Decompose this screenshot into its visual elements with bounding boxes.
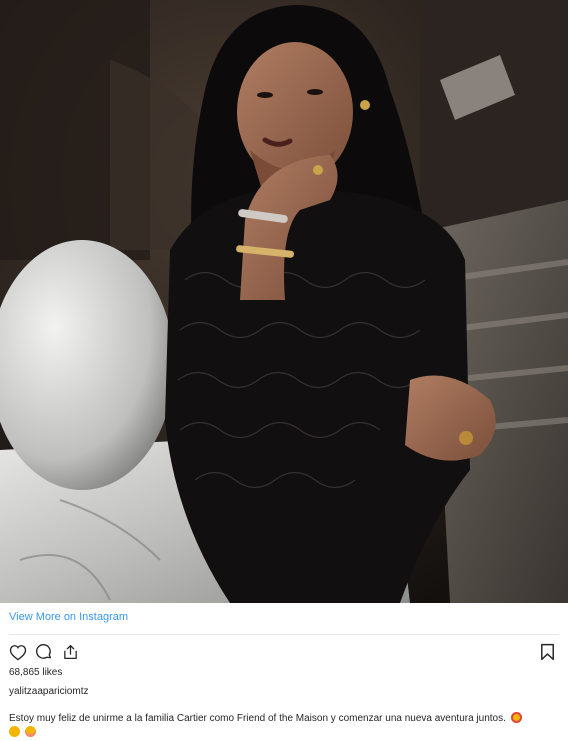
post-photo-illustration (0, 0, 568, 603)
star-struck-emoji (9, 726, 20, 737)
post-username[interactable]: yalitzaapariciomtz (9, 686, 88, 697)
blushing-emoji (24, 726, 36, 737)
heart-icon (9, 644, 27, 660)
heart-eyes-emoji (510, 712, 522, 723)
likes-count[interactable]: 68,865 likes (9, 667, 62, 678)
post-image[interactable] (0, 0, 568, 603)
post-actions (8, 642, 80, 662)
caption-text: Estoy muy feliz de unirme a la familia C… (9, 713, 506, 724)
share-button[interactable] (60, 642, 80, 662)
post-caption: Estoy muy feliz de unirme a la familia C… (9, 712, 568, 740)
share-icon (63, 644, 77, 660)
divider (9, 634, 559, 635)
view-more-on-instagram-link[interactable]: View More on Instagram (9, 611, 128, 623)
bookmark-icon (540, 643, 554, 661)
like-button[interactable] (8, 642, 28, 662)
comment-icon (36, 644, 52, 659)
comment-button[interactable] (34, 642, 54, 662)
save-button[interactable] (537, 642, 557, 662)
